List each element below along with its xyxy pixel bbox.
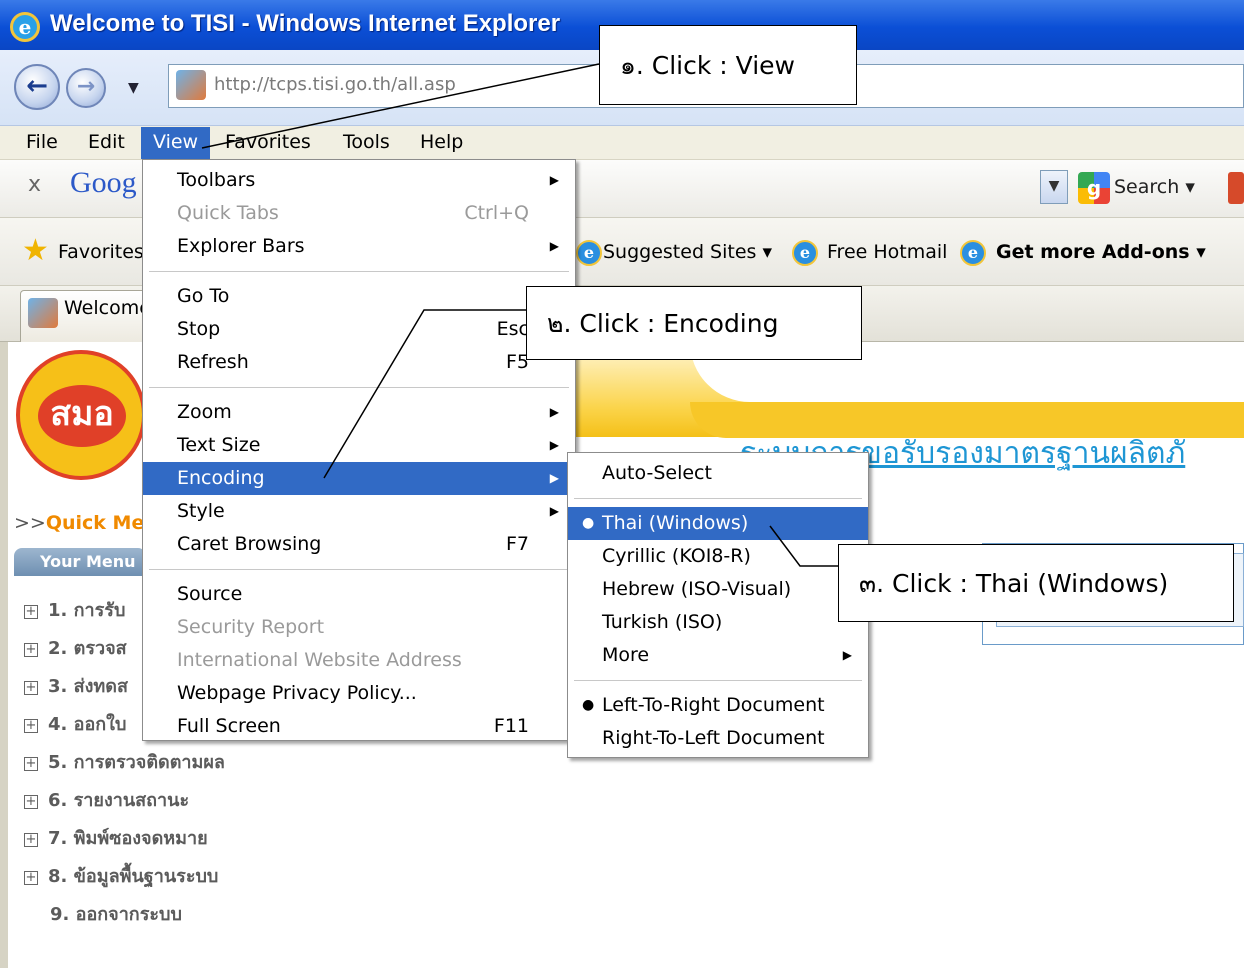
callout-step-1: ๑. Click : View xyxy=(599,25,857,105)
callout-3-pointer xyxy=(769,525,838,567)
callout-1-pointer xyxy=(201,63,600,149)
callout-step-3: ๓. Click : Thai (Windows) xyxy=(838,544,1234,622)
callout-step-2: ๒. Click : Encoding xyxy=(526,286,862,360)
callout-pointer-lines xyxy=(201,63,838,567)
callout-2-pointer xyxy=(323,309,526,479)
